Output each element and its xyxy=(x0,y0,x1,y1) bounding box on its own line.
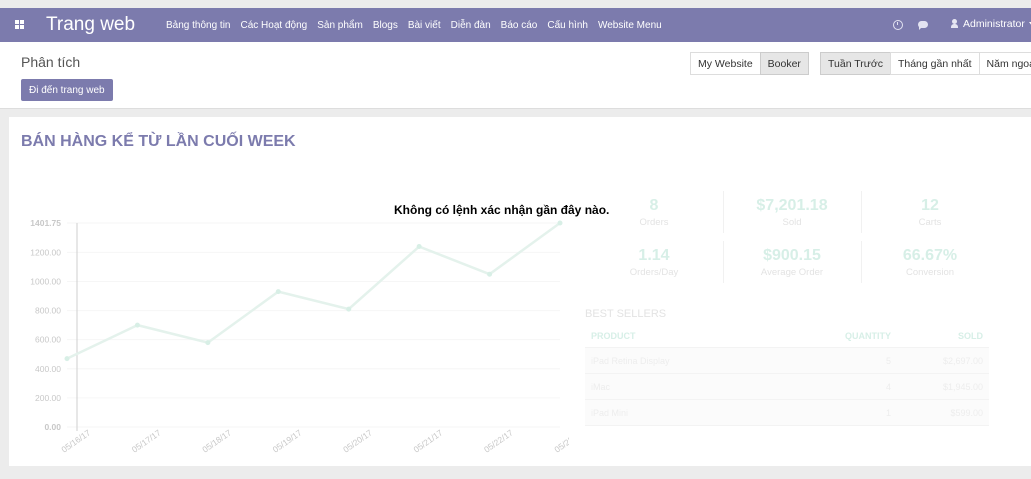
y-tick-label: 800.00 xyxy=(35,306,61,316)
cell-quantity: 4 xyxy=(885,381,891,392)
stat-label: Average Order xyxy=(760,267,824,278)
table-header: PRODUCT QUANTITY SOLD xyxy=(585,325,989,348)
cell-quantity: 1 xyxy=(885,407,891,418)
y-tick-label: 1200.00 xyxy=(30,247,61,257)
stat-divider xyxy=(861,241,862,283)
stat-average-order: $900.15 Average Order xyxy=(723,247,861,278)
page-title: Phân tích xyxy=(21,54,81,70)
stat-label: Orders xyxy=(639,217,669,228)
website-button-booker[interactable]: Booker xyxy=(759,52,809,75)
control-panel: Phân tích Đi đến trang web My Website Bo… xyxy=(0,42,1031,109)
y-tick-label: 600.00 xyxy=(35,335,61,345)
stat-value: $7,201.18 xyxy=(756,197,828,214)
dashboard-card: BÁN HÀNG KỂ TỪ LẦN CUỐI WEEK 0.00 200.00 4… xyxy=(9,117,1031,466)
menu-dashboard[interactable]: Bảng thông tin xyxy=(166,20,231,31)
y-tick-label: 400.00 xyxy=(35,364,61,374)
table-row[interactable]: iPad Retina Display 5 $2,697.00 xyxy=(585,348,989,374)
period-button-last-week[interactable]: Tuần Trước xyxy=(820,52,891,75)
data-point xyxy=(557,220,563,226)
column-header-quantity: QUANTITY xyxy=(845,331,891,341)
apps-icon[interactable] xyxy=(15,20,24,29)
stat-sold: $7,201.18 Sold xyxy=(723,197,861,228)
cell-sold: $599.00 xyxy=(950,407,983,418)
period-button-last-year[interactable]: Năm ngoái xyxy=(978,52,1031,75)
stat-conversion: 66.67% Conversion xyxy=(861,247,999,278)
x-tick-label: 05/19/17 xyxy=(271,427,304,454)
data-point xyxy=(346,306,352,312)
y-tick-label: 200.00 xyxy=(35,393,61,403)
cell-product: iPad Retina Display xyxy=(591,355,670,366)
x-tick-label: 05/23/17 xyxy=(552,427,569,454)
app-brand[interactable]: Trang web xyxy=(46,14,135,36)
stat-value: 8 xyxy=(649,197,659,214)
menu-reports[interactable]: Báo cáo xyxy=(501,20,538,31)
data-point xyxy=(205,340,211,346)
go-to-website-button[interactable]: Đi đến trang web xyxy=(21,79,113,101)
website-button-my-website[interactable]: My Website xyxy=(690,52,761,75)
period-button-last-month[interactable]: Tháng gần nhất xyxy=(889,52,980,75)
chat-icon[interactable] xyxy=(918,21,928,30)
menu-configuration[interactable]: Cấu hình xyxy=(547,20,588,31)
cell-sold: $2,697.00 xyxy=(942,355,983,366)
stat-value: 12 xyxy=(921,197,939,214)
x-tick-label: 05/16/17 xyxy=(59,427,92,454)
x-tick-label: 05/22/17 xyxy=(482,427,515,454)
clock-icon[interactable] xyxy=(893,20,903,30)
menu-blogs[interactable]: Blogs xyxy=(373,20,398,31)
x-tick-label: 05/20/17 xyxy=(341,427,374,454)
best-sellers-title: BEST SELLERS xyxy=(585,308,667,320)
no-orders-notice: Không có lệnh xác nhận gần đây nào. xyxy=(394,203,610,217)
table-row[interactable]: iPad Mini 1 $599.00 xyxy=(585,400,989,426)
cell-product: iMac xyxy=(591,381,611,392)
cell-quantity: 5 xyxy=(885,355,891,366)
menu-website-menu[interactable]: Website Menu xyxy=(598,20,662,31)
x-tick-label: 05/17/17 xyxy=(130,427,163,454)
data-point xyxy=(64,356,70,362)
y-tick-label: 0.00 xyxy=(44,422,61,432)
stat-divider xyxy=(861,191,862,233)
column-header-product: PRODUCT xyxy=(591,331,636,341)
period-selector: Tuần Trước Tháng gần nhất Năm ngoái xyxy=(820,52,1031,75)
data-point xyxy=(134,322,140,328)
website-selector: My Website Booker xyxy=(690,52,809,75)
sales-line-chart: 0.00 200.00 400.00 600.00 800.00 1000.00 1200.… xyxy=(30,218,569,455)
menu-products[interactable]: Sản phẩm xyxy=(317,20,363,31)
y-tick-label: 1401.75 xyxy=(30,218,61,228)
y-tick-label: 1000.00 xyxy=(30,276,61,286)
stat-divider xyxy=(723,241,724,283)
data-point xyxy=(275,289,281,295)
column-header-sold: SOLD xyxy=(957,331,983,341)
menu-activities[interactable]: Các Hoạt động xyxy=(241,20,308,31)
data-point xyxy=(487,271,493,277)
table-row[interactable]: iMac 4 $1,945.00 xyxy=(585,374,989,400)
main-menu: Bảng thông tin Các Hoạt động Sản phẩm Bl… xyxy=(166,8,672,42)
stat-divider xyxy=(723,191,724,233)
stat-orders: 8 Orders xyxy=(585,197,723,228)
stat-value: 1.14 xyxy=(638,247,670,264)
best-sellers-table: PRODUCT QUANTITY SOLD iPad Retina Displa… xyxy=(585,325,989,426)
stat-label: Orders/Day xyxy=(629,267,679,278)
x-tick-label: 05/21/17 xyxy=(412,427,445,454)
stat-value: 66.67% xyxy=(902,247,958,264)
user-icon xyxy=(951,19,958,29)
top-navbar: Trang web Bảng thông tin Các Hoạt động S… xyxy=(0,8,1031,42)
stat-orders-per-day: 1.14 Orders/Day xyxy=(585,247,723,278)
menu-posts[interactable]: Bài viết xyxy=(408,20,441,31)
menu-forum[interactable]: Diễn đàn xyxy=(451,20,491,31)
cell-product: iPad Mini xyxy=(591,407,629,418)
stat-label: Conversion xyxy=(905,267,955,278)
stat-value: $900.15 xyxy=(763,247,821,264)
cell-sold: $1,945.00 xyxy=(942,381,983,392)
stat-carts: 12 Carts xyxy=(861,197,999,228)
stat-label: Carts xyxy=(918,217,942,228)
stat-label: Sold xyxy=(782,217,802,228)
user-name: Administrator xyxy=(963,18,1025,30)
x-tick-label: 05/18/17 xyxy=(200,427,233,454)
series-line xyxy=(66,221,561,360)
data-point xyxy=(416,244,422,250)
user-menu[interactable]: Administrator xyxy=(951,18,1031,30)
